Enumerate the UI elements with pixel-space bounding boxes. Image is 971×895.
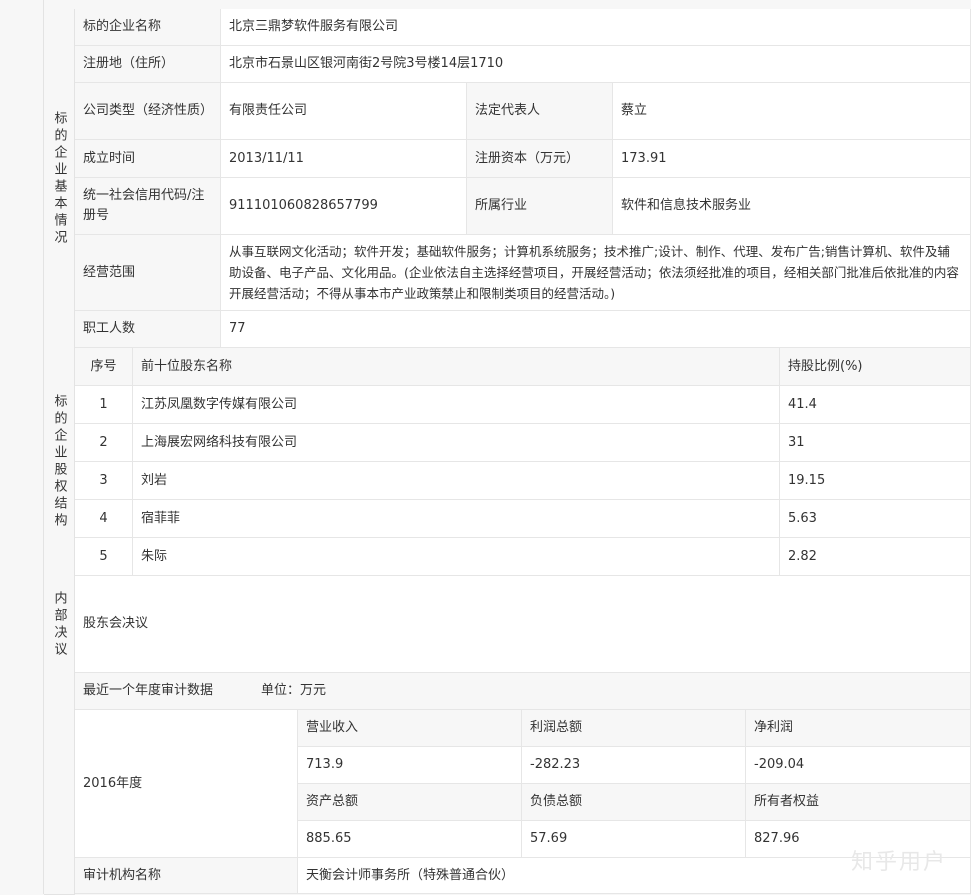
shareholder-name: 刘岩 [133, 462, 780, 500]
name-label: 标的企业名称 [75, 9, 221, 46]
shareholder-ratio: 41.4 [780, 386, 971, 424]
name-value: 北京三鼎梦软件服务有限公司 [221, 9, 971, 46]
shareholder-no: 5 [75, 538, 133, 576]
revenue-value: 713.9 [298, 747, 522, 784]
shareholder-ratio: 19.15 [780, 462, 971, 500]
col-ratio-header: 持股比例(%) [780, 348, 971, 386]
shareholder-ratio: 31 [780, 424, 971, 462]
address-label: 注册地（住所） [75, 46, 221, 83]
legal-rep-label: 法定代表人 [467, 83, 613, 140]
left-margin [0, 0, 44, 894]
total-assets-value: 885.65 [298, 821, 522, 858]
section-internal-decision: 内部决议 [44, 576, 75, 674]
equity-label: 所有者权益 [746, 784, 971, 821]
section-decision-label: 内部决议 [51, 590, 67, 659]
total-profit-label: 利润总额 [522, 710, 746, 747]
total-liabilities-label: 负债总额 [522, 784, 746, 821]
reg-capital-value: 173.91 [613, 140, 971, 178]
section-basic-info: 标的企业基本情况 [44, 9, 75, 349]
employees-value: 77 [221, 311, 971, 348]
total-assets-label: 资产总额 [298, 784, 522, 821]
scope-value: 从事互联网文化活动；软件开发；基础软件服务；计算机系统服务；技术推广;设计、制作… [221, 235, 971, 311]
founded-label: 成立时间 [75, 140, 221, 178]
company-type-value: 有限责任公司 [221, 83, 467, 140]
total-profit-value: -282.23 [522, 747, 746, 784]
revenue-label: 营业收入 [298, 710, 522, 747]
industry-label: 所属行业 [467, 178, 613, 235]
reg-capital-label: 注册资本（万元） [467, 140, 613, 178]
section-shareholding-label: 标的企业股权结构 [51, 394, 67, 530]
net-profit-label: 净利润 [746, 710, 971, 747]
audit-title: 最近一个年度审计数据 [83, 683, 214, 698]
shareholder-no: 1 [75, 386, 133, 424]
industry-value: 软件和信息技术服务业 [613, 178, 971, 235]
col-no-header: 序号 [75, 348, 133, 386]
net-profit-value: -209.04 [746, 747, 971, 784]
shareholder-no: 2 [75, 424, 133, 462]
scope-label: 经营范围 [75, 235, 221, 311]
section-basic-label: 标的企业基本情况 [51, 110, 67, 247]
watermark: 知乎用户 [850, 850, 947, 875]
internal-decision-value: 股东会决议 [75, 576, 971, 673]
address-value: 北京市石景山区银河南街2号院3号楼14层1710 [221, 46, 971, 83]
shareholder-no: 4 [75, 500, 133, 538]
credit-code-label: 统一社会信用代码/注册号 [75, 178, 221, 235]
shareholder-ratio: 2.82 [780, 538, 971, 576]
audit-year: 2016年度 [75, 710, 298, 858]
shareholder-name: 江苏凤凰数字传媒有限公司 [133, 386, 780, 424]
audit-unit: 单位：万元 [261, 683, 327, 698]
section-audit [44, 673, 75, 895]
shareholder-no: 3 [75, 462, 133, 500]
auditor-label: 审计机构名称 [75, 858, 298, 894]
section-shareholding: 标的企业股权结构 [44, 348, 75, 577]
legal-rep-value: 蔡立 [613, 83, 971, 140]
company-type-label: 公司类型（经济性质） [75, 83, 221, 140]
audit-title-row: 最近一个年度审计数据 单位：万元 [75, 673, 971, 710]
shareholder-ratio: 5.63 [780, 500, 971, 538]
col-name-header: 前十位股东名称 [133, 348, 780, 386]
shareholder-name: 朱际 [133, 538, 780, 576]
total-liabilities-value: 57.69 [522, 821, 746, 858]
disclosure-table: 标的企业基本情况 标的企业股权结构 内部决议 标的企业名称 北京三鼎梦软件服务有… [0, 0, 971, 895]
shareholder-name: 上海展宏网络科技有限公司 [133, 424, 780, 462]
credit-code-value: 911101060828657799 [221, 178, 467, 235]
founded-value: 2013/11/11 [221, 140, 467, 178]
employees-label: 职工人数 [75, 311, 221, 348]
shareholder-name: 宿菲菲 [133, 500, 780, 538]
